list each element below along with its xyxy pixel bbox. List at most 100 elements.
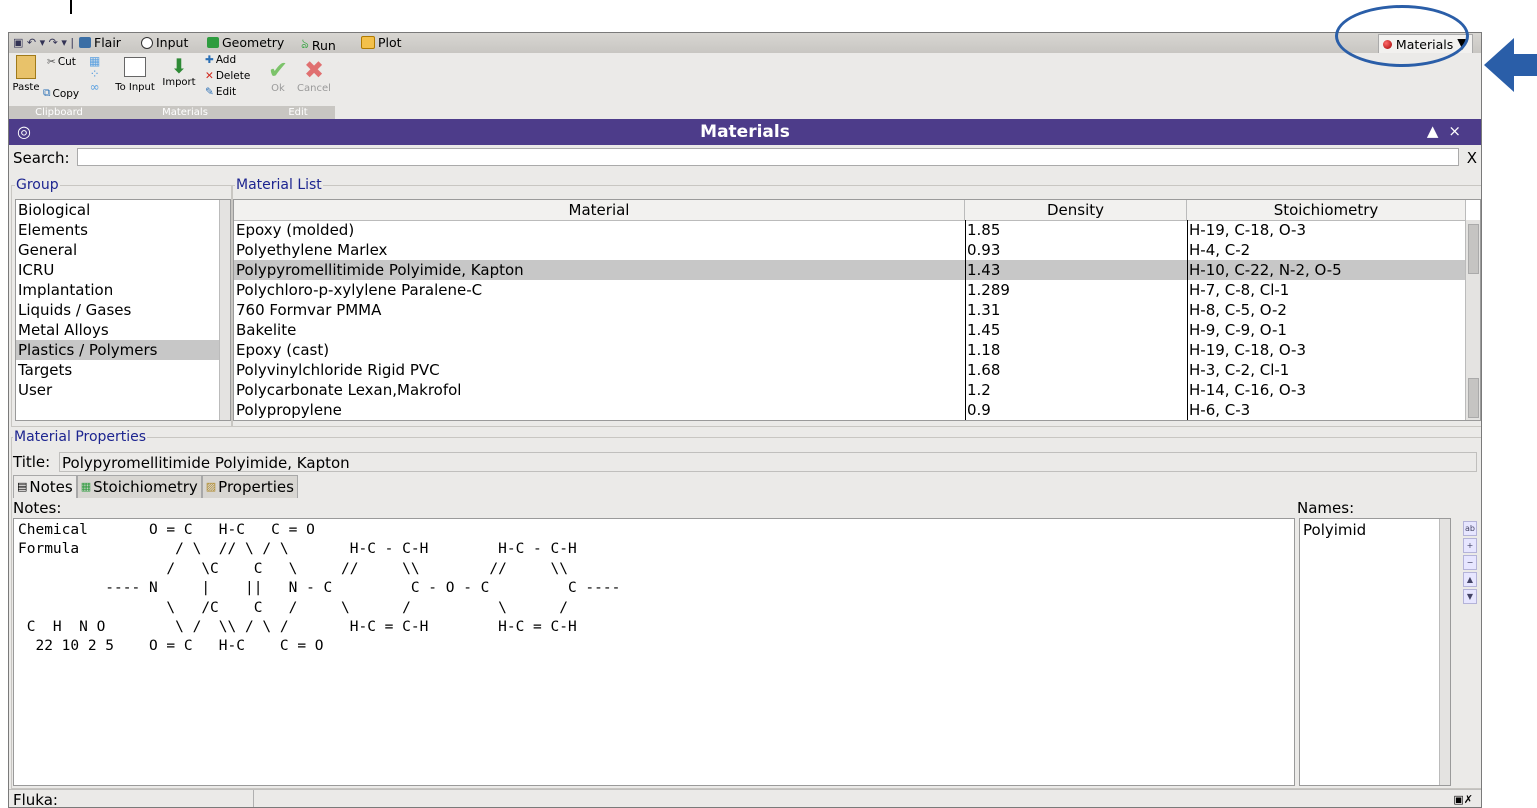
add-name-icon[interactable]: + <box>1463 538 1477 553</box>
properties-icon: ▨ <box>205 480 217 493</box>
stoichiometry-cell: H-3, C-2, Cl-1 <box>1189 361 1290 379</box>
add-button[interactable]: ✚ Add <box>205 54 236 66</box>
quick-access-toolbar[interactable]: ▣ ↶ ▾ ↷ ▾ | <box>13 36 74 49</box>
table-row[interactable]: Polycarbonate Lexan,Makrofol 1.2 H-14, C… <box>234 380 1466 400</box>
group-item-elements[interactable]: Elements <box>16 220 230 240</box>
column-header-stoichiometry[interactable]: Stoichiometry <box>1187 200 1466 220</box>
group-item-biological[interactable]: Biological <box>16 200 230 220</box>
group-scrollbar[interactable] <box>219 200 230 420</box>
to-input-button[interactable]: To Input <box>113 57 157 93</box>
move-down-icon[interactable]: ▼ <box>1463 589 1477 604</box>
table-row[interactable]: Polyvinylchloride Rigid PVC 1.68 H-3, C-… <box>234 360 1466 380</box>
table-row[interactable]: 760 Formvar PMMA 1.31 H-8, C-5, O-2 <box>234 300 1466 320</box>
flair-window: ▣ ↶ ▾ ↷ ▾ | Flair Input Geometry ঌ Run P… <box>8 32 1482 808</box>
edit-button[interactable]: ✎ Edit <box>205 86 236 98</box>
stoichiometry-cell: H-19, C-18, O-3 <box>1189 221 1307 239</box>
status-tools-icon[interactable]: ▣✗ <box>1453 793 1473 806</box>
material-cell: Polypropylene <box>236 401 342 419</box>
material-cell: Bakelite <box>236 321 297 339</box>
edit-group: ✔ Ok ✖ Cancel Edit <box>261 53 335 119</box>
group-item-implantation[interactable]: Implantation <box>16 280 230 300</box>
collapse-icon[interactable]: ▲ <box>1427 122 1449 140</box>
edit-label: Edit <box>215 86 237 98</box>
group-item-user[interactable]: User <box>16 380 230 400</box>
group-item-general[interactable]: General <box>16 240 230 260</box>
table-row[interactable]: Epoxy (cast) 1.18 H-19, C-18, O-3 <box>234 340 1466 360</box>
menu-geometry[interactable]: Geometry <box>207 35 284 50</box>
stoichiometry-cell: H-10, C-22, N-2, O-5 <box>1189 261 1342 279</box>
cut-button[interactable]: ✂ Cut <box>47 56 76 68</box>
scrollbar-thumb[interactable] <box>1468 224 1479 274</box>
close-icon[interactable]: × <box>1448 122 1471 140</box>
tab-properties[interactable]: ▨ Properties <box>201 475 298 498</box>
ok-button[interactable]: ✔ Ok <box>263 57 293 94</box>
paste-button[interactable]: Paste <box>11 55 41 93</box>
import-label: Import <box>162 77 196 88</box>
table-row[interactable]: Polyethylene Marlex 0.93 H-4, C-2 <box>234 240 1466 260</box>
clipboard-extra-icons[interactable]: ▦ ⁘ ∞ <box>89 55 100 93</box>
menu-plot[interactable]: Plot <box>361 35 402 50</box>
tab-notes[interactable]: ▤ Notes <box>13 475 77 498</box>
names-scrollbar[interactable] <box>1439 519 1450 785</box>
material-cell: Polypyromellitimide Polyimide, Kapton <box>236 261 524 279</box>
delete-label: Delete <box>215 70 251 82</box>
table-row[interactable]: Polypropylene 0.9 H-6, C-3 <box>234 400 1466 420</box>
search-row: Search: X <box>9 147 1481 169</box>
clipboard-icon <box>16 55 36 79</box>
menu-input[interactable]: Input <box>141 35 188 50</box>
card-icon <box>124 57 146 77</box>
materials-header: ◎ Materials ▲× <box>9 119 1481 145</box>
copy-button[interactable]: ⧉ Copy <box>43 87 79 100</box>
material-cell: Polyethylene Marlex <box>236 241 388 259</box>
delete-icon: ✕ <box>205 70 214 82</box>
material-cell: Epoxy (cast) <box>236 341 330 359</box>
header-title: Materials <box>700 122 790 142</box>
geometry-icon <box>207 37 219 48</box>
menu-flair[interactable]: Flair <box>79 35 121 50</box>
group-item-plastics-polymers[interactable]: Plastics / Polymers <box>16 340 230 360</box>
column-divider <box>1187 220 1188 420</box>
group-item-liquids-gases[interactable]: Liquids / Gases <box>16 300 230 320</box>
cancel-button[interactable]: ✖ Cancel <box>295 57 333 94</box>
clear-search-button[interactable]: X <box>1467 149 1477 167</box>
table-row[interactable]: Polychloro-p-xylylene Paralene-C 1.289 H… <box>234 280 1466 300</box>
delete-button[interactable]: ✕ Delete <box>205 70 250 82</box>
pencil-icon: ✎ <box>205 86 214 98</box>
materials-group-label: Materials <box>109 106 261 119</box>
column-header-density[interactable]: Density <box>965 200 1187 220</box>
material-cell: 760 Formvar PMMA <box>236 301 382 319</box>
material-cell: Epoxy (molded) <box>236 221 355 239</box>
name-item[interactable]: Polyimid <box>1303 521 1447 539</box>
stoichiometry-cell: H-4, C-2 <box>1189 241 1251 259</box>
input-icon <box>141 36 153 49</box>
density-cell: 0.93 <box>967 241 1001 259</box>
search-input[interactable] <box>77 148 1459 166</box>
import-icon: ⬇ <box>170 54 188 78</box>
material-table: Material Density Stoichiometry Epoxy (mo… <box>233 199 1481 421</box>
density-cell: 1.68 <box>967 361 1001 379</box>
stoichiometry-cell: H-6, C-3 <box>1189 401 1251 419</box>
table-row[interactable]: Bakelite 1.45 H-9, C-9, O-1 <box>234 320 1466 340</box>
material-cell: Polyvinylchloride Rigid PVC <box>236 361 440 379</box>
notes-label: Notes: <box>13 499 62 517</box>
table-row[interactable]: Epoxy (molded) 1.85 H-19, C-18, O-3 <box>234 220 1466 240</box>
group-item-targets[interactable]: Targets <box>16 360 230 380</box>
remove-name-icon[interactable]: − <box>1463 555 1477 570</box>
material-cell: Polycarbonate Lexan,Makrofol <box>236 381 462 399</box>
group-item-metal-alloys[interactable]: Metal Alloys <box>16 320 230 340</box>
material-table-scrollbar[interactable] <box>1465 220 1480 420</box>
add-label: Add <box>215 54 237 66</box>
scissors-icon: ✂ <box>47 56 56 68</box>
title-row: Title: Polypyromellitimide Polyimide, Ka… <box>9 451 1481 473</box>
sort-names-icon[interactable]: ab <box>1463 521 1477 536</box>
group-item-icru[interactable]: ICRU <box>16 260 230 280</box>
import-button[interactable]: ⬇ Import <box>159 55 199 88</box>
cut-label: Cut <box>57 56 76 68</box>
move-up-icon[interactable]: ▲ <box>1463 572 1477 587</box>
tab-stoichiometry[interactable]: ▦ Stoichiometry <box>76 475 202 498</box>
column-header-material[interactable]: Material <box>234 200 965 220</box>
notes-textarea[interactable]: Chemical O = C H-C C = O Formula / \ // … <box>13 518 1295 786</box>
title-field[interactable]: Polypyromellitimide Polyimide, Kapton <box>59 452 1477 472</box>
scrollbar-thumb-lower[interactable] <box>1468 378 1479 418</box>
table-row-selected[interactable]: Polypyromellitimide Polyimide, Kapton 1.… <box>234 260 1466 280</box>
